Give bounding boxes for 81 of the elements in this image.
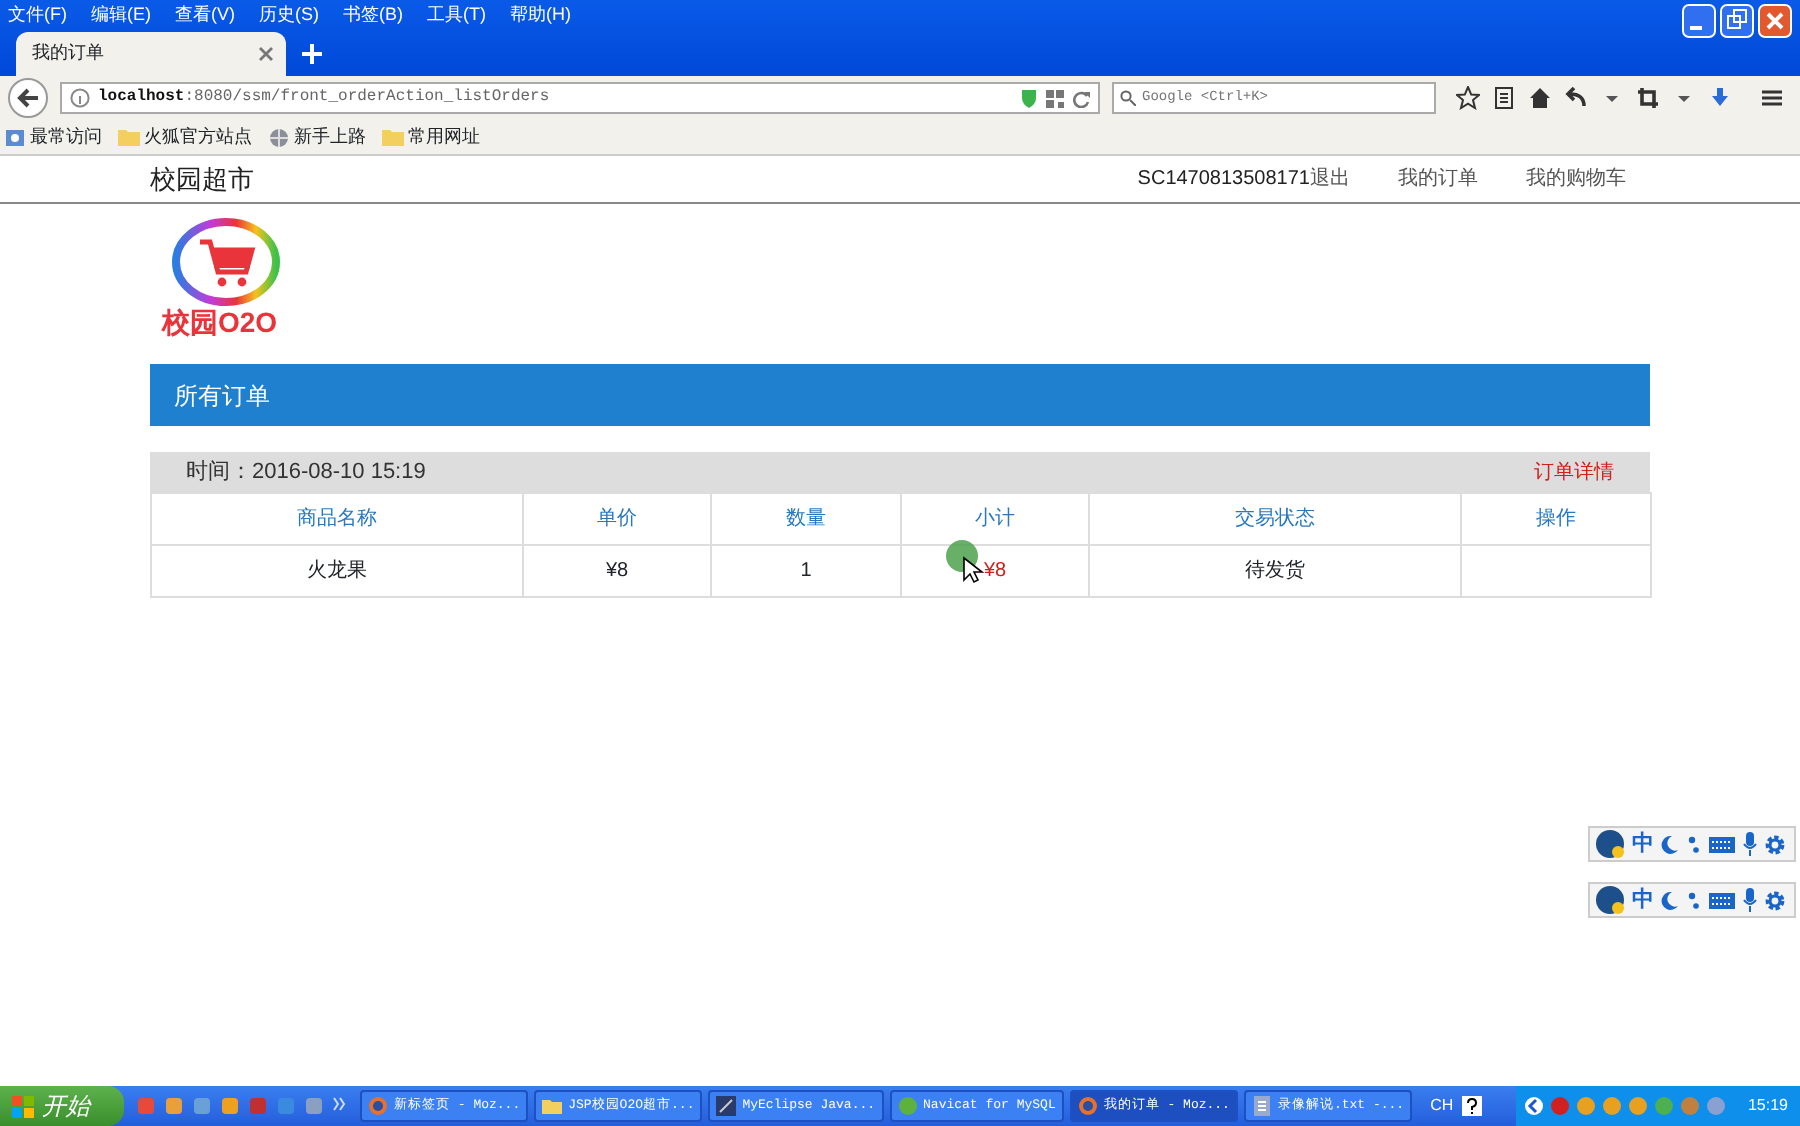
clock-text: 15:19: [1747, 1094, 1788, 1118]
back-button[interactable]: [8, 78, 48, 118]
panel-header: 所有订单: [150, 364, 1650, 426]
moon-icon[interactable]: [1660, 834, 1680, 854]
bookmark-icon: [4, 126, 26, 148]
ime-mode-toggle[interactable]: 中: [1632, 827, 1654, 861]
language-indicator[interactable]: CH: [1430, 1094, 1454, 1118]
menu-icon[interactable]: [1760, 86, 1784, 110]
table-cell: 1: [711, 545, 901, 597]
table-cell: 待发货: [1089, 545, 1461, 597]
crop-icon[interactable]: [1636, 86, 1660, 110]
ime-logo-icon[interactable]: [1594, 828, 1626, 860]
browser-tab[interactable]: 我的订单: [16, 32, 286, 76]
punctuation-icon[interactable]: [1686, 834, 1702, 854]
keyboard-icon[interactable]: [1708, 891, 1736, 909]
menu-item[interactable]: 书签(B): [343, 0, 403, 28]
shield-icon: [1020, 88, 1038, 108]
table-cell: ¥8: [901, 545, 1089, 597]
column-header: 单价: [523, 493, 711, 545]
help-icon[interactable]: [1461, 1096, 1482, 1116]
cart-logo-icon: [170, 216, 282, 308]
bookmark-item[interactable]: 常用网址: [382, 123, 480, 151]
bookmark-item[interactable]: 最常访问: [4, 123, 102, 151]
nav-link[interactable]: 我的购物车: [1526, 164, 1626, 194]
microphone-icon[interactable]: [1742, 888, 1758, 912]
menu-item[interactable]: 文件(F): [8, 0, 67, 28]
table-cell: 火龙果: [151, 545, 523, 597]
start-button[interactable]: 开始: [0, 1086, 124, 1126]
nav-link[interactable]: 我的订单: [1398, 164, 1478, 194]
folder-icon: [382, 126, 404, 148]
download-icon[interactable]: [1708, 86, 1732, 110]
column-header: 交易状态: [1089, 493, 1461, 545]
restore-icon[interactable]: [1720, 4, 1754, 38]
menu-item[interactable]: 工具(T): [427, 0, 486, 28]
table-cell: ¥8: [523, 545, 711, 597]
tab-title: 我的订单: [32, 40, 104, 67]
moon-icon[interactable]: [1660, 890, 1680, 910]
microphone-icon[interactable]: [1742, 832, 1758, 856]
menu-item[interactable]: 编辑(E): [91, 0, 151, 28]
search-icon: [1120, 90, 1136, 106]
globe-icon: [268, 126, 290, 148]
qr-code-icon[interactable]: [1046, 89, 1064, 107]
column-header: 数量: [711, 493, 901, 545]
new-tab-icon[interactable]: [302, 44, 322, 64]
reading-list-icon[interactable]: [1492, 86, 1516, 110]
expand-tray-icon[interactable]: [1523, 1096, 1544, 1116]
logo-text: 校园O2O: [162, 308, 278, 336]
bookmark-item[interactable]: 新手上路: [268, 123, 366, 151]
overflow-chevron-icon[interactable]: [332, 1096, 348, 1112]
windows-logo-icon: [12, 1095, 34, 1117]
home-icon[interactable]: [1528, 86, 1552, 110]
order-detail-link[interactable]: 订单详情: [1534, 457, 1614, 487]
column-header: 操作: [1461, 493, 1651, 545]
order-time: 时间：2016-08-10 15:19: [186, 457, 426, 488]
site-brand[interactable]: 校园超市: [150, 159, 254, 199]
reload-icon[interactable]: [1072, 89, 1090, 107]
bookmark-star-icon[interactable]: [1456, 86, 1480, 110]
menu-item[interactable]: 帮助(H): [510, 0, 571, 28]
info-icon: [70, 88, 90, 108]
minimize-icon[interactable]: [1682, 4, 1716, 38]
username-text: SC1470813508171: [1137, 166, 1310, 194]
settings-icon[interactable]: [1764, 833, 1786, 855]
nav-link[interactable]: 退出: [1310, 164, 1350, 194]
notepad-icon: [1251, 1096, 1272, 1116]
address-bar[interactable]: localhost:8080/ssm/front_orderAction_listOrders: [60, 82, 1100, 114]
url-text[interactable]: localhost:8080/ssm/front_orderAction_listOrders: [98, 86, 1012, 110]
back-arrow-icon: [16, 88, 40, 108]
cursor-icon: [946, 540, 986, 584]
bookmark-item[interactable]: 火狐官方站点: [118, 123, 252, 151]
ime-mode-toggle[interactable]: 中: [1632, 883, 1654, 917]
folder-icon: [118, 126, 140, 148]
punctuation-icon[interactable]: [1686, 890, 1702, 910]
undo-icon[interactable]: [1564, 86, 1588, 110]
menu-item[interactable]: 历史(S): [259, 0, 319, 28]
keyboard-icon[interactable]: [1708, 835, 1736, 853]
ime-logo-icon[interactable]: [1594, 884, 1626, 916]
menu-item[interactable]: 查看(V): [175, 0, 235, 28]
close-icon[interactable]: [258, 46, 274, 62]
folder-icon: [542, 1096, 563, 1116]
settings-icon[interactable]: [1764, 889, 1786, 911]
column-header: 商品名称: [151, 493, 523, 545]
